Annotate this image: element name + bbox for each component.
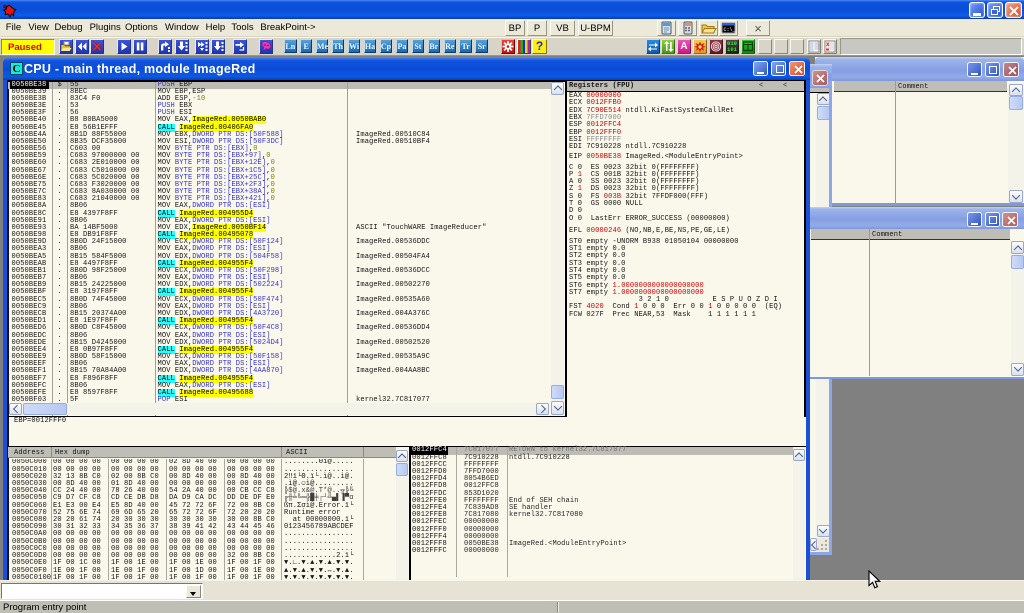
svg-text:C:\_: C:\_ [724,27,737,33]
